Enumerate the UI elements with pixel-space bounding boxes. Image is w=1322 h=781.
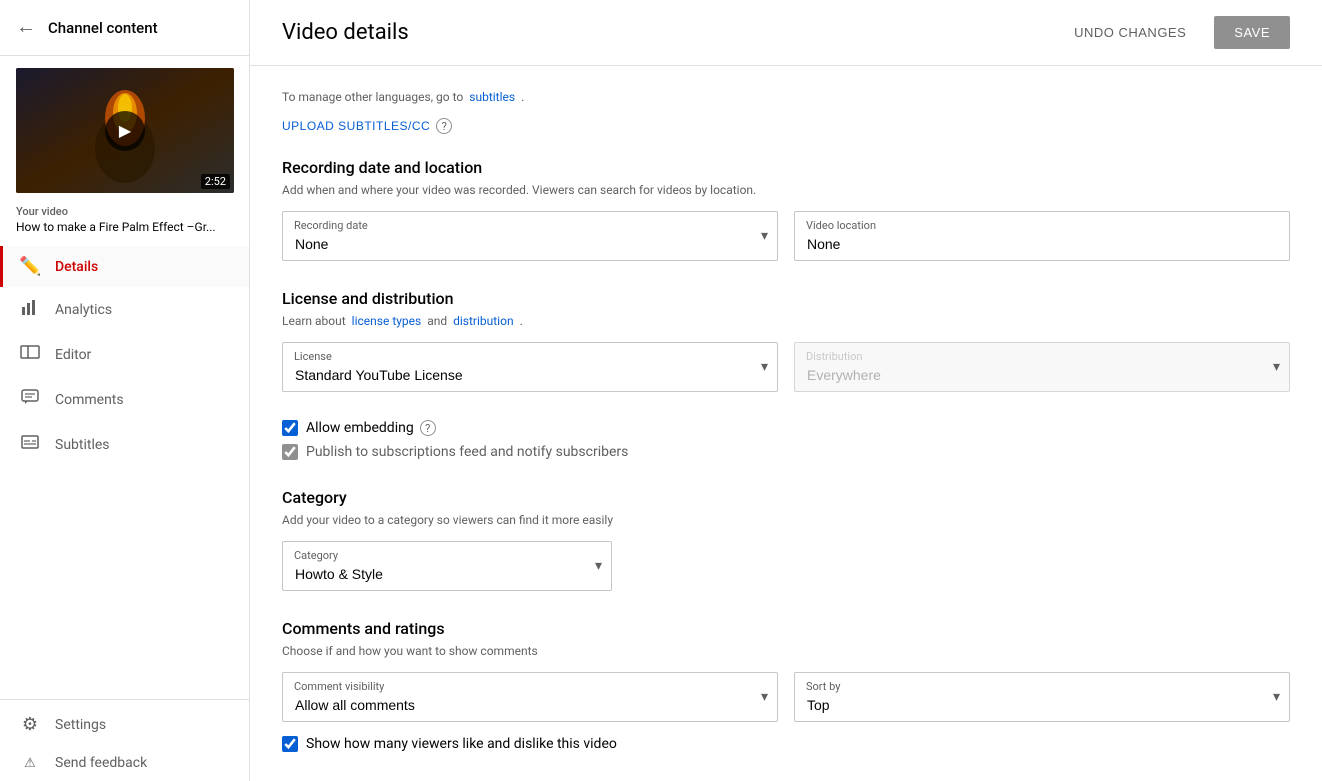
sidebar: ← Channel content ▶ 2:52 Your video H: [0, 0, 250, 781]
subtitles-label: Subtitles: [55, 437, 110, 453]
sidebar-item-subtitles[interactable]: Subtitles: [0, 422, 249, 467]
category-section-desc: Add your video to a category so viewers …: [282, 513, 1290, 527]
distribution-group: Distribution Everywhere ▾: [794, 342, 1290, 392]
license-types-link[interactable]: license types: [352, 314, 422, 328]
main-header: Video details UNDO CHANGES SAVE: [250, 0, 1322, 66]
sidebar-item-analytics[interactable]: Analytics: [0, 287, 249, 332]
subtitles-icon: [19, 432, 41, 457]
comments-ratings-section: Comments and ratings Choose if and how y…: [282, 619, 1290, 752]
sort-by-select[interactable]: Top: [794, 672, 1290, 722]
sidebar-nav: ✏️ Details Analytics Editor Comments S: [0, 246, 249, 467]
license-section-title: License and distribution: [282, 289, 1290, 308]
header-actions: UNDO CHANGES SAVE: [1062, 16, 1290, 49]
page-title: Video details: [282, 20, 409, 45]
category-select[interactable]: Howto & Style: [282, 541, 612, 591]
license-form-row: License Standard YouTube License ▾ Distr…: [282, 342, 1290, 392]
license-section: License and distribution Learn about lic…: [282, 289, 1290, 392]
video-duration: 2:52: [201, 174, 230, 189]
license-desc-suffix: .: [520, 314, 523, 328]
sidebar-item-comments[interactable]: Comments: [0, 377, 249, 422]
settings-label: Settings: [55, 717, 106, 733]
license-desc-prefix: Learn about: [282, 314, 346, 328]
comments-ratings-desc: Choose if and how you want to show comme…: [282, 644, 1290, 658]
save-button[interactable]: SAVE: [1214, 16, 1290, 49]
comments-ratings-title: Comments and ratings: [282, 619, 1290, 638]
details-label: Details: [55, 259, 98, 275]
license-desc-middle: and: [427, 314, 447, 328]
sidebar-title: Channel content: [48, 19, 158, 37]
sidebar-item-details[interactable]: ✏️ Details: [0, 246, 249, 287]
undo-changes-button[interactable]: UNDO CHANGES: [1062, 17, 1198, 48]
publish-feed-checkbox[interactable]: [282, 444, 298, 460]
editor-icon: [19, 342, 41, 367]
category-group: Category Howto & Style ▾: [282, 541, 612, 591]
allow-embedding-help-icon[interactable]: ?: [420, 420, 436, 436]
main-content: Video details UNDO CHANGES SAVE To manag…: [250, 0, 1322, 781]
publish-feed-row: Publish to subscriptions feed and notify…: [282, 444, 1290, 460]
distribution-select[interactable]: Everywhere: [794, 342, 1290, 392]
sidebar-item-editor[interactable]: Editor: [0, 332, 249, 377]
video-name: How to make a Fire Palm Effect –Gr...: [16, 220, 233, 234]
category-select-wrap: Category Howto & Style ▾: [282, 541, 612, 591]
subtitles-note-row: To manage other languages, go to subtitl…: [282, 90, 1290, 104]
recording-section: Recording date and location Add when and…: [282, 158, 1290, 261]
video-location-group: Video location: [794, 211, 1290, 261]
recording-date-select[interactable]: None: [282, 211, 778, 261]
feedback-icon: ⚠: [19, 756, 41, 771]
sidebar-item-feedback[interactable]: ⚠ Send feedback: [0, 745, 249, 781]
recording-section-desc: Add when and where your video was record…: [282, 183, 1290, 197]
license-group: License Standard YouTube License ▾: [282, 342, 778, 392]
analytics-icon: [19, 297, 41, 322]
show-likes-row: Show how many viewers like and dislike t…: [282, 736, 1290, 752]
sidebar-header: ← Channel content: [0, 0, 249, 56]
subtitles-link[interactable]: subtitles: [469, 90, 515, 104]
category-section-title: Category: [282, 488, 1290, 507]
checkboxes-section: Allow embedding ? Publish to subscriptio…: [282, 420, 1290, 460]
category-section: Category Add your video to a category so…: [282, 488, 1290, 591]
publish-feed-label: Publish to subscriptions feed and notify…: [306, 444, 628, 460]
allow-embedding-row: Allow embedding ?: [282, 420, 1290, 436]
content-area: To manage other languages, go to subtitl…: [250, 66, 1322, 781]
your-video-label: Your video: [16, 205, 233, 218]
sidebar-bottom: ⚙ Settings ⚠ Send feedback: [0, 699, 249, 781]
sidebar-item-settings[interactable]: ⚙ Settings: [0, 704, 249, 745]
comment-visibility-group: Comment visibility Allow all comments ▾: [282, 672, 778, 722]
sort-by-group: Sort by Top ▾: [794, 672, 1290, 722]
distribution-link[interactable]: distribution: [453, 314, 513, 328]
upload-subtitles-help-icon[interactable]: ?: [436, 118, 452, 134]
video-location-input[interactable]: [794, 211, 1290, 261]
recording-section-title: Recording date and location: [282, 158, 1290, 177]
video-info: Your video How to make a Fire Palm Effec…: [0, 201, 249, 246]
details-icon: ✏️: [19, 256, 41, 277]
analytics-label: Analytics: [55, 302, 112, 318]
back-button[interactable]: ←: [16, 16, 36, 39]
comments-icon: [19, 387, 41, 412]
comments-label: Comments: [55, 392, 124, 408]
settings-icon: ⚙: [19, 714, 41, 735]
allow-embedding-checkbox[interactable]: [282, 420, 298, 436]
upload-subtitles-button[interactable]: UPLOAD SUBTITLES/CC: [282, 119, 430, 133]
comment-visibility-select[interactable]: Allow all comments: [282, 672, 778, 722]
recording-date-group: Recording date None ▾: [282, 211, 778, 261]
recording-form-row: Recording date None ▾ Video location: [282, 211, 1290, 261]
video-thumbnail: ▶ 2:52: [16, 68, 234, 193]
editor-label: Editor: [55, 347, 91, 363]
subtitles-period: .: [521, 90, 524, 104]
comments-form-row: Comment visibility Allow all comments ▾ …: [282, 672, 1290, 722]
subtitles-note-text: To manage other languages, go to: [282, 90, 463, 104]
show-likes-label: Show how many viewers like and dislike t…: [306, 736, 617, 752]
license-section-desc: Learn about license types and distributi…: [282, 314, 1290, 328]
show-likes-checkbox[interactable]: [282, 736, 298, 752]
allow-embedding-label: Allow embedding ?: [306, 420, 436, 436]
feedback-label: Send feedback: [55, 755, 147, 771]
license-select[interactable]: Standard YouTube License: [282, 342, 778, 392]
play-icon: ▶: [105, 111, 145, 151]
